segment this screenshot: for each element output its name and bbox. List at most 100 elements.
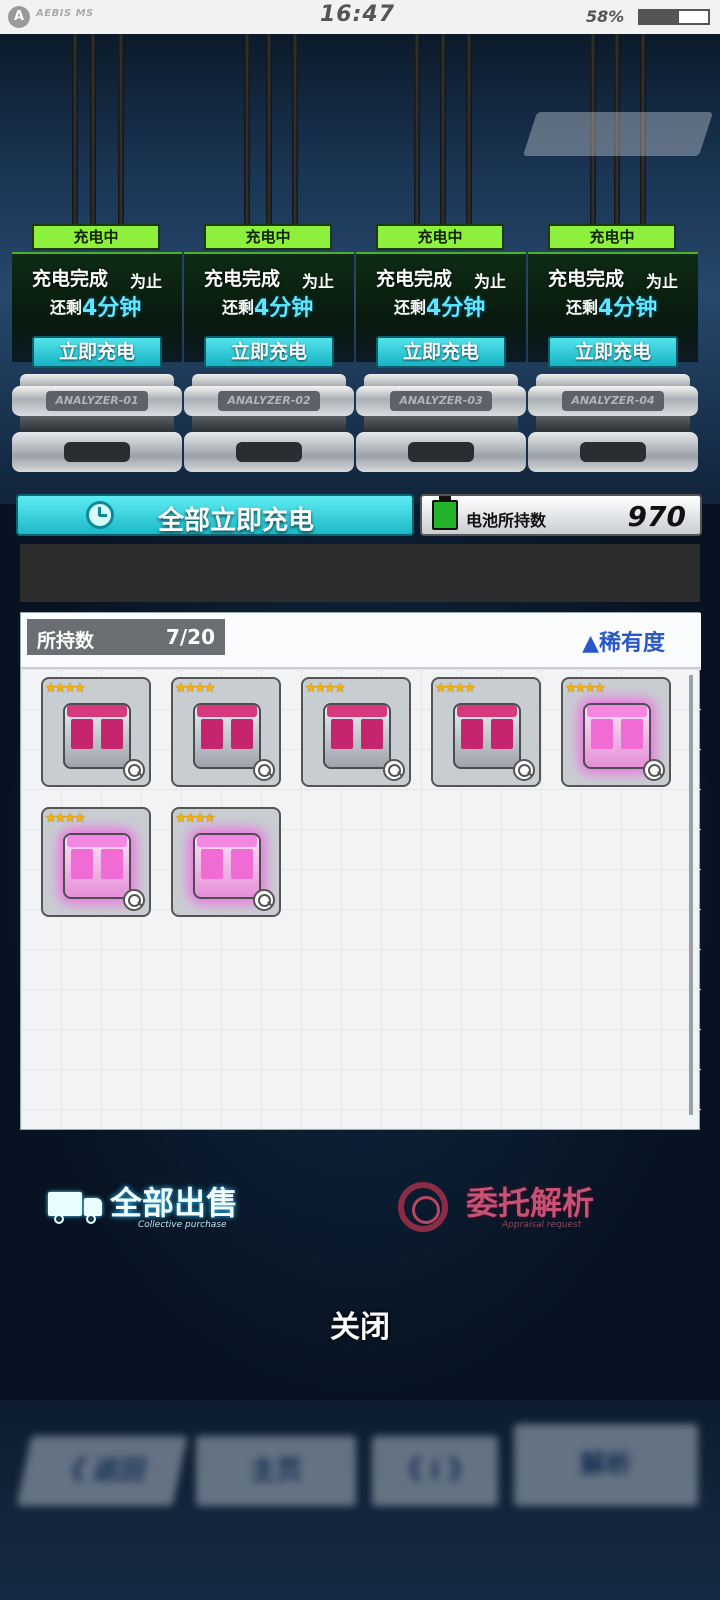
chest-panel-left xyxy=(201,849,223,879)
chest-panel-right xyxy=(491,719,513,749)
magnifier-icon[interactable] xyxy=(253,759,275,781)
inventory-item[interactable]: ★★★★ xyxy=(301,677,411,787)
rarity-stars: ★★★★ xyxy=(435,681,476,696)
cable xyxy=(72,34,78,234)
inventory-header: 所持数 7/20 ▲稀有度 xyxy=(21,613,701,669)
charge-complete-label: 充电完成 xyxy=(32,268,109,290)
chest-panel-left xyxy=(461,719,483,749)
inventory-item[interactable]: ★★★★ xyxy=(171,807,281,917)
truck-icon xyxy=(48,1192,104,1224)
sell-all-subtitle: Collective purchase xyxy=(138,1220,227,1230)
cable xyxy=(414,34,420,234)
machine-port xyxy=(408,442,474,462)
inventory-item[interactable]: ★★★★ xyxy=(171,677,281,787)
analyzer-machine: ANALYZER-02 xyxy=(184,374,354,480)
rarity-stars: ★★★★ xyxy=(175,811,216,826)
truck-wheel xyxy=(86,1214,96,1224)
nav-info-button: 《 i 》 xyxy=(372,1436,498,1506)
machine-port xyxy=(64,442,130,462)
charge-now-button[interactable]: 立即充电 xyxy=(32,336,162,368)
remaining-time: 4分钟 xyxy=(254,296,314,321)
remaining-prefix: 还剩 xyxy=(50,298,83,317)
charging-status-badge: 充电中 xyxy=(548,224,676,250)
machine-port xyxy=(236,442,302,462)
clock-icon xyxy=(86,501,114,529)
charge-complete-label: 充电完成 xyxy=(548,268,625,290)
held-count-label: 所持数 xyxy=(37,630,95,652)
cable xyxy=(292,34,298,234)
rarity-stars: ★★★★ xyxy=(565,681,606,696)
remaining-time: 4分钟 xyxy=(426,296,486,321)
inventory-item[interactable]: ★★★★ xyxy=(431,677,541,787)
chest-lid xyxy=(67,835,127,847)
chest-panel-left xyxy=(591,719,613,749)
chest-panel-right xyxy=(231,849,253,879)
magnifier-icon[interactable] xyxy=(383,759,405,781)
remaining-prefix: 还剩 xyxy=(394,298,427,317)
status-bar: A AEBIS MS 16:47 58% xyxy=(0,0,720,34)
sell-all-label: 全部出售 xyxy=(110,1184,239,1222)
chest-lid xyxy=(67,705,127,717)
analyzer-slot-3: 充电中 充电完成 为止 还剩 4分钟 立即充电 ANALYZER-03 xyxy=(356,224,526,486)
until-label: 为止 xyxy=(474,272,507,291)
charge-now-button[interactable]: 立即充电 xyxy=(204,336,334,368)
chest-lid xyxy=(327,705,387,717)
nav-home-button: 主页 xyxy=(196,1436,356,1506)
charge-now-button[interactable]: 立即充电 xyxy=(376,336,506,368)
truck-cargo xyxy=(48,1192,82,1216)
machine-label: ANALYZER-01 xyxy=(46,391,148,411)
cable xyxy=(266,34,272,234)
machine-port xyxy=(580,442,646,462)
analyzer-slot-2: 充电中 充电完成 为止 还剩 4分钟 立即充电 ANALYZER-02 xyxy=(184,224,354,486)
inventory-grid: ★★★★ ★★★★ ★★★★ ★★★★ ★★★★ ★★★★ ★★★★ xyxy=(21,669,701,1129)
message-bar xyxy=(20,544,700,602)
machine-label: ANALYZER-02 xyxy=(218,391,320,411)
inventory-item[interactable]: ★★★★ xyxy=(41,807,151,917)
charge-all-button[interactable]: 全部立即充电 xyxy=(16,494,414,536)
magnifier-icon[interactable] xyxy=(123,759,145,781)
sell-all-button[interactable]: 全部出售 Collective purchase xyxy=(44,1178,254,1236)
chest-panel-right xyxy=(101,719,123,749)
chest-panel-left xyxy=(71,849,93,879)
machine-core xyxy=(536,416,690,432)
appraisal-request-subtitle: Appraisal request xyxy=(502,1220,582,1230)
magnifier-icon[interactable] xyxy=(513,759,535,781)
appraise-icon xyxy=(398,1182,448,1232)
magnifier-icon[interactable] xyxy=(253,889,275,911)
machine-label: ANALYZER-04 xyxy=(562,391,664,411)
inventory-item[interactable]: ★★★★ xyxy=(41,677,151,787)
magnifier-icon[interactable] xyxy=(643,759,665,781)
analyzer-machine: ANALYZER-04 xyxy=(528,374,698,480)
truck-wheel xyxy=(54,1214,64,1224)
chest-lid xyxy=(457,705,517,717)
inventory-scrollbar[interactable] xyxy=(689,675,693,1115)
inventory-panel: 所持数 7/20 ▲稀有度 ★★★★ ★★★★ ★★★★ ★★★★ ★★★★ ★… xyxy=(20,612,701,1130)
machine-core xyxy=(192,416,346,432)
magnifier-icon[interactable] xyxy=(123,889,145,911)
remaining-time: 4分钟 xyxy=(598,296,658,321)
sort-rarity-button[interactable]: ▲稀有度 xyxy=(582,625,665,657)
remaining-prefix: 还剩 xyxy=(222,298,255,317)
until-label: 为止 xyxy=(130,272,163,291)
charge-now-button[interactable]: 立即充电 xyxy=(548,336,678,368)
cable xyxy=(118,34,124,234)
rarity-stars: ★★★★ xyxy=(305,681,346,696)
cable xyxy=(440,34,446,234)
appraisal-request-button[interactable]: 委托解析 Appraisal request xyxy=(396,1178,606,1236)
charge-all-label: 全部立即充电 xyxy=(158,506,315,536)
battery-indicator-icon xyxy=(638,9,710,25)
chest-panel-right xyxy=(101,849,123,879)
analyzer-slot-4: 充电中 充电完成 为止 还剩 4分钟 立即充电 ANALYZER-04 xyxy=(528,224,698,486)
until-label: 为止 xyxy=(302,272,335,291)
brand-name: AEBIS MS xyxy=(36,8,94,19)
machine-label: ANALYZER-03 xyxy=(390,391,492,411)
battery-count-label: 电池所持数 xyxy=(466,511,547,530)
close-button[interactable]: 关闭 xyxy=(318,1302,402,1346)
held-count-box: 所持数 7/20 xyxy=(27,619,225,655)
charging-status-badge: 充电中 xyxy=(204,224,332,250)
cable xyxy=(466,34,472,234)
inventory-item[interactable]: ★★★★ xyxy=(561,677,671,787)
truck-cab xyxy=(84,1198,102,1216)
analyzer-machine: ANALYZER-01 xyxy=(12,374,182,480)
remaining-prefix: 还剩 xyxy=(566,298,599,317)
